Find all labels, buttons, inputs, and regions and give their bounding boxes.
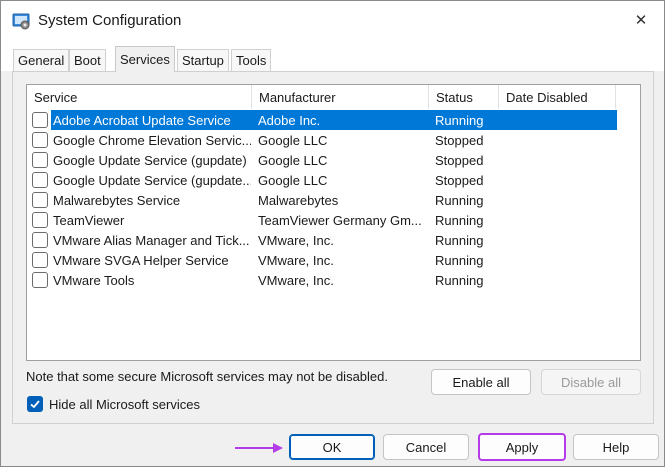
table-row[interactable]: Adobe Acrobat Update Service Adobe Inc. Ru… <box>27 110 640 130</box>
title-bar: System Configuration ✕ <box>1 1 664 41</box>
service-name-cell: VMware Alias Manager and Tick... <box>53 233 250 248</box>
secure-services-note: Note that some secure Microsoft services… <box>26 369 388 384</box>
status-cell: Stopped <box>435 153 484 168</box>
help-button[interactable]: Help <box>573 434 659 460</box>
status-cell: Running <box>435 213 484 228</box>
table-row[interactable]: VMware Tools VMware, Inc. Running <box>27 270 640 290</box>
manufacturer-cell: VMware, Inc. <box>258 253 334 268</box>
table-row[interactable]: Malwarebytes Service Malwarebytes Running <box>27 190 640 210</box>
service-name-cell: TeamViewer <box>53 213 125 228</box>
column-header-status[interactable]: Status <box>429 85 499 109</box>
tab-boot[interactable]: Boot <box>69 49 106 71</box>
status-cell: Stopped <box>435 133 484 148</box>
column-header-date-disabled[interactable]: Date Disabled <box>499 85 616 109</box>
tab-general[interactable]: General <box>13 49 70 71</box>
service-name-cell: VMware SVGA Helper Service <box>53 253 229 268</box>
service-name-cell: Google Chrome Elevation Servic... <box>53 133 251 148</box>
table-row[interactable]: VMware Alias Manager and Tick... VMware, … <box>27 230 640 250</box>
service-name-cell: Google Update Service (gupdate) <box>53 153 247 168</box>
hide-microsoft-services-label: Hide all Microsoft services <box>49 397 200 412</box>
manufacturer-cell: Google LLC <box>258 133 328 148</box>
service-name-cell: VMware Tools <box>53 273 135 288</box>
tab-services[interactable]: Services <box>115 46 175 72</box>
status-cell: Running <box>435 233 484 248</box>
enable-all-button[interactable]: Enable all <box>431 369 531 395</box>
table-row[interactable]: Google Chrome Elevation Servic... Google … <box>27 130 640 150</box>
service-checkbox[interactable] <box>32 192 48 208</box>
manufacturer-cell: TeamViewer Germany Gm... <box>258 213 422 228</box>
service-name-cell: Adobe Acrobat Update Service <box>53 113 231 128</box>
service-checkbox[interactable] <box>32 132 48 148</box>
service-checkbox[interactable] <box>32 152 48 168</box>
msconfig-app-icon <box>12 12 30 30</box>
tab-tools[interactable]: Tools <box>231 49 272 71</box>
tab-startup[interactable]: Startup <box>177 49 229 71</box>
apply-button[interactable]: Apply <box>478 433 566 461</box>
service-checkbox[interactable] <box>32 112 48 128</box>
services-list[interactable]: Service Manufacturer Status Date Disable… <box>26 84 641 361</box>
ok-button[interactable]: OK <box>289 434 375 460</box>
system-configuration-window: System Configuration ✕ General Boot Serv… <box>0 0 665 467</box>
service-checkbox[interactable] <box>32 172 48 188</box>
disable-all-button[interactable]: Disable all <box>541 369 641 395</box>
manufacturer-cell: Google LLC <box>258 153 328 168</box>
status-cell: Running <box>435 193 484 208</box>
status-cell: Running <box>435 113 484 128</box>
service-checkbox[interactable] <box>32 212 48 228</box>
manufacturer-cell: Adobe Inc. <box>258 113 321 128</box>
manufacturer-cell: Google LLC <box>258 173 328 188</box>
services-panel: Service Manufacturer Status Date Disable… <box>12 71 654 424</box>
cancel-button[interactable]: Cancel <box>383 434 469 460</box>
table-row[interactable]: VMware SVGA Helper Service VMware, Inc. Ru… <box>27 250 640 270</box>
status-cell: Stopped <box>435 173 484 188</box>
service-checkbox[interactable] <box>32 252 48 268</box>
hide-microsoft-services-checkbox[interactable] <box>27 396 43 412</box>
status-cell: Running <box>435 273 484 288</box>
service-checkbox[interactable] <box>32 232 48 248</box>
column-header-service[interactable]: Service <box>27 85 252 109</box>
manufacturer-cell: VMware, Inc. <box>258 233 334 248</box>
manufacturer-cell: Malwarebytes <box>258 193 339 208</box>
service-name-cell: Google Update Service (gupdate... <box>53 173 251 188</box>
column-header-manufacturer[interactable]: Manufacturer <box>252 85 429 109</box>
table-row[interactable]: Google Update Service (gupdate) Google LL… <box>27 150 640 170</box>
tab-strip: General Boot Services Startup Tools <box>1 41 664 72</box>
window-title: System Configuration <box>38 12 182 29</box>
service-name-cell: Malwarebytes Service <box>53 193 181 208</box>
close-icon: ✕ <box>634 12 648 29</box>
close-button[interactable]: ✕ <box>621 5 661 35</box>
table-row[interactable]: TeamViewer TeamViewer Germany Gm... Runnin… <box>27 210 640 230</box>
checkmark-icon <box>30 400 40 409</box>
service-checkbox[interactable] <box>32 272 48 288</box>
status-cell: Running <box>435 253 484 268</box>
table-row[interactable]: Google Update Service (gupdate... Google … <box>27 170 640 190</box>
manufacturer-cell: VMware, Inc. <box>258 273 334 288</box>
services-list-header: Service Manufacturer Status Date Disable… <box>27 85 640 109</box>
annotation-arrow-icon <box>235 443 283 453</box>
